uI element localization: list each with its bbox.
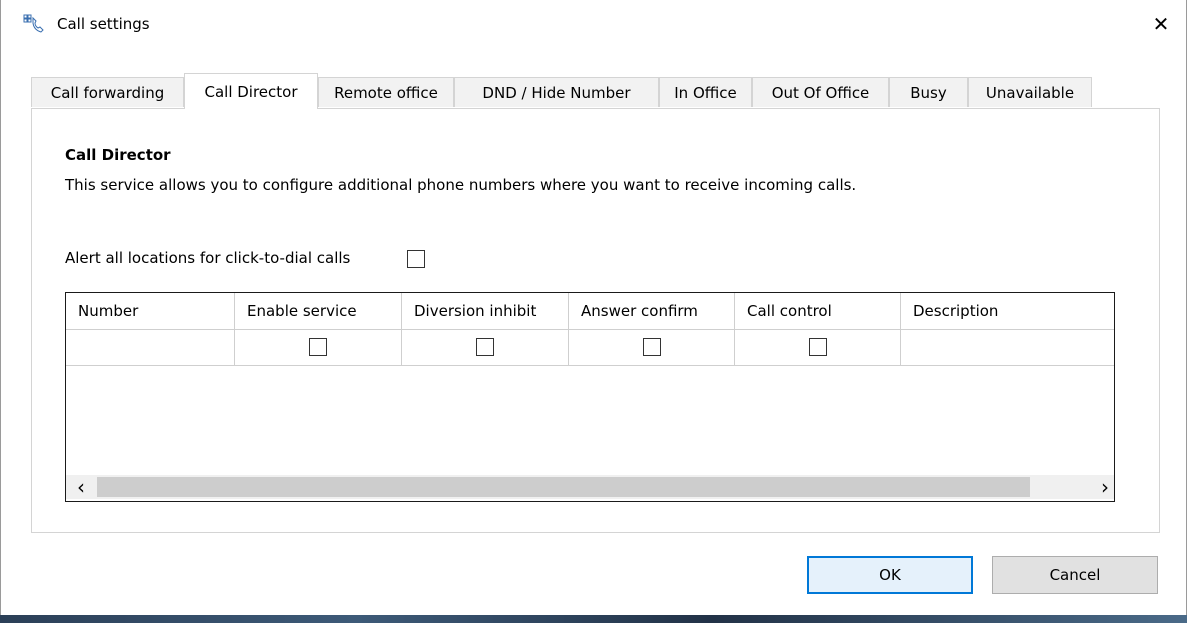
table-row[interactable] <box>66 329 1114 366</box>
enable-service-checkbox[interactable] <box>309 338 327 356</box>
tab-dnd-hide-number[interactable]: DND / Hide Number <box>454 77 659 107</box>
alert-all-label: Alert all locations for click-to-dial ca… <box>65 249 351 267</box>
tab-label: Out Of Office <box>771 83 870 102</box>
enable-service-cell <box>235 329 402 365</box>
scrollbar-thumb[interactable] <box>97 477 1030 497</box>
tab-call-director[interactable]: Call Director <box>184 73 318 109</box>
scroll-right-icon[interactable]: › <box>1096 475 1114 499</box>
alert-all-checkbox[interactable] <box>407 250 425 268</box>
tab-remote-office[interactable]: Remote office <box>318 77 454 107</box>
tab-label: Busy <box>910 83 947 102</box>
diversion-inhibit-checkbox[interactable] <box>476 338 494 356</box>
column-header-enable-service[interactable]: Enable service <box>235 293 402 329</box>
tab-unavailable[interactable]: Unavailable <box>968 77 1092 107</box>
tab-out-of-office[interactable]: Out Of Office <box>752 77 889 107</box>
window-title: Call settings <box>57 15 150 33</box>
tab-in-office[interactable]: In Office <box>659 77 752 107</box>
column-header-call-control[interactable]: Call control <box>735 293 901 329</box>
tab-label: In Office <box>674 83 737 102</box>
desktop-background-strip <box>0 615 1187 623</box>
column-header-description[interactable]: Description <box>901 293 1114 329</box>
tab-label: Call Director <box>204 82 298 101</box>
column-header-diversion-inhibit[interactable]: Diversion inhibit <box>402 293 569 329</box>
diversion-inhibit-cell <box>402 329 569 365</box>
section-description: This service allows you to configure add… <box>65 176 857 194</box>
call-director-grid: Number Enable service Diversion inhibit … <box>65 292 1115 502</box>
phone-settings-icon <box>23 14 45 34</box>
number-cell[interactable] <box>66 329 235 365</box>
call-control-cell <box>735 329 901 365</box>
close-button[interactable]: ✕ <box>1141 8 1181 40</box>
call-control-checkbox[interactable] <box>808 338 827 356</box>
column-header-answer-confirm[interactable]: Answer confirm <box>569 293 735 329</box>
tab-call-forwarding[interactable]: Call forwarding <box>31 77 184 107</box>
tab-label: Unavailable <box>985 83 1075 102</box>
title-bar[interactable]: Call settings ✕ <box>1 0 1186 48</box>
column-header-number[interactable]: Number <box>66 293 235 329</box>
answer-confirm-cell <box>569 329 735 365</box>
cancel-button[interactable]: Cancel <box>992 556 1158 594</box>
scroll-left-icon[interactable]: ‹ <box>72 475 90 499</box>
description-cell[interactable] <box>901 329 1114 365</box>
call-settings-dialog: Call settings ✕ Call forwarding Call Dir… <box>0 0 1187 616</box>
close-icon: ✕ <box>1152 12 1170 36</box>
tab-label: Call forwarding <box>50 83 165 102</box>
answer-confirm-checkbox[interactable] <box>642 338 661 356</box>
grid-header: Number Enable service Diversion inhibit … <box>66 293 1114 330</box>
section-title: Call Director <box>65 146 171 164</box>
tab-busy[interactable]: Busy <box>889 77 968 107</box>
ok-button[interactable]: OK <box>807 556 973 594</box>
tab-label: Remote office <box>334 83 438 102</box>
tab-label: DND / Hide Number <box>482 83 631 102</box>
horizontal-scrollbar[interactable]: ‹ › <box>66 475 1114 499</box>
